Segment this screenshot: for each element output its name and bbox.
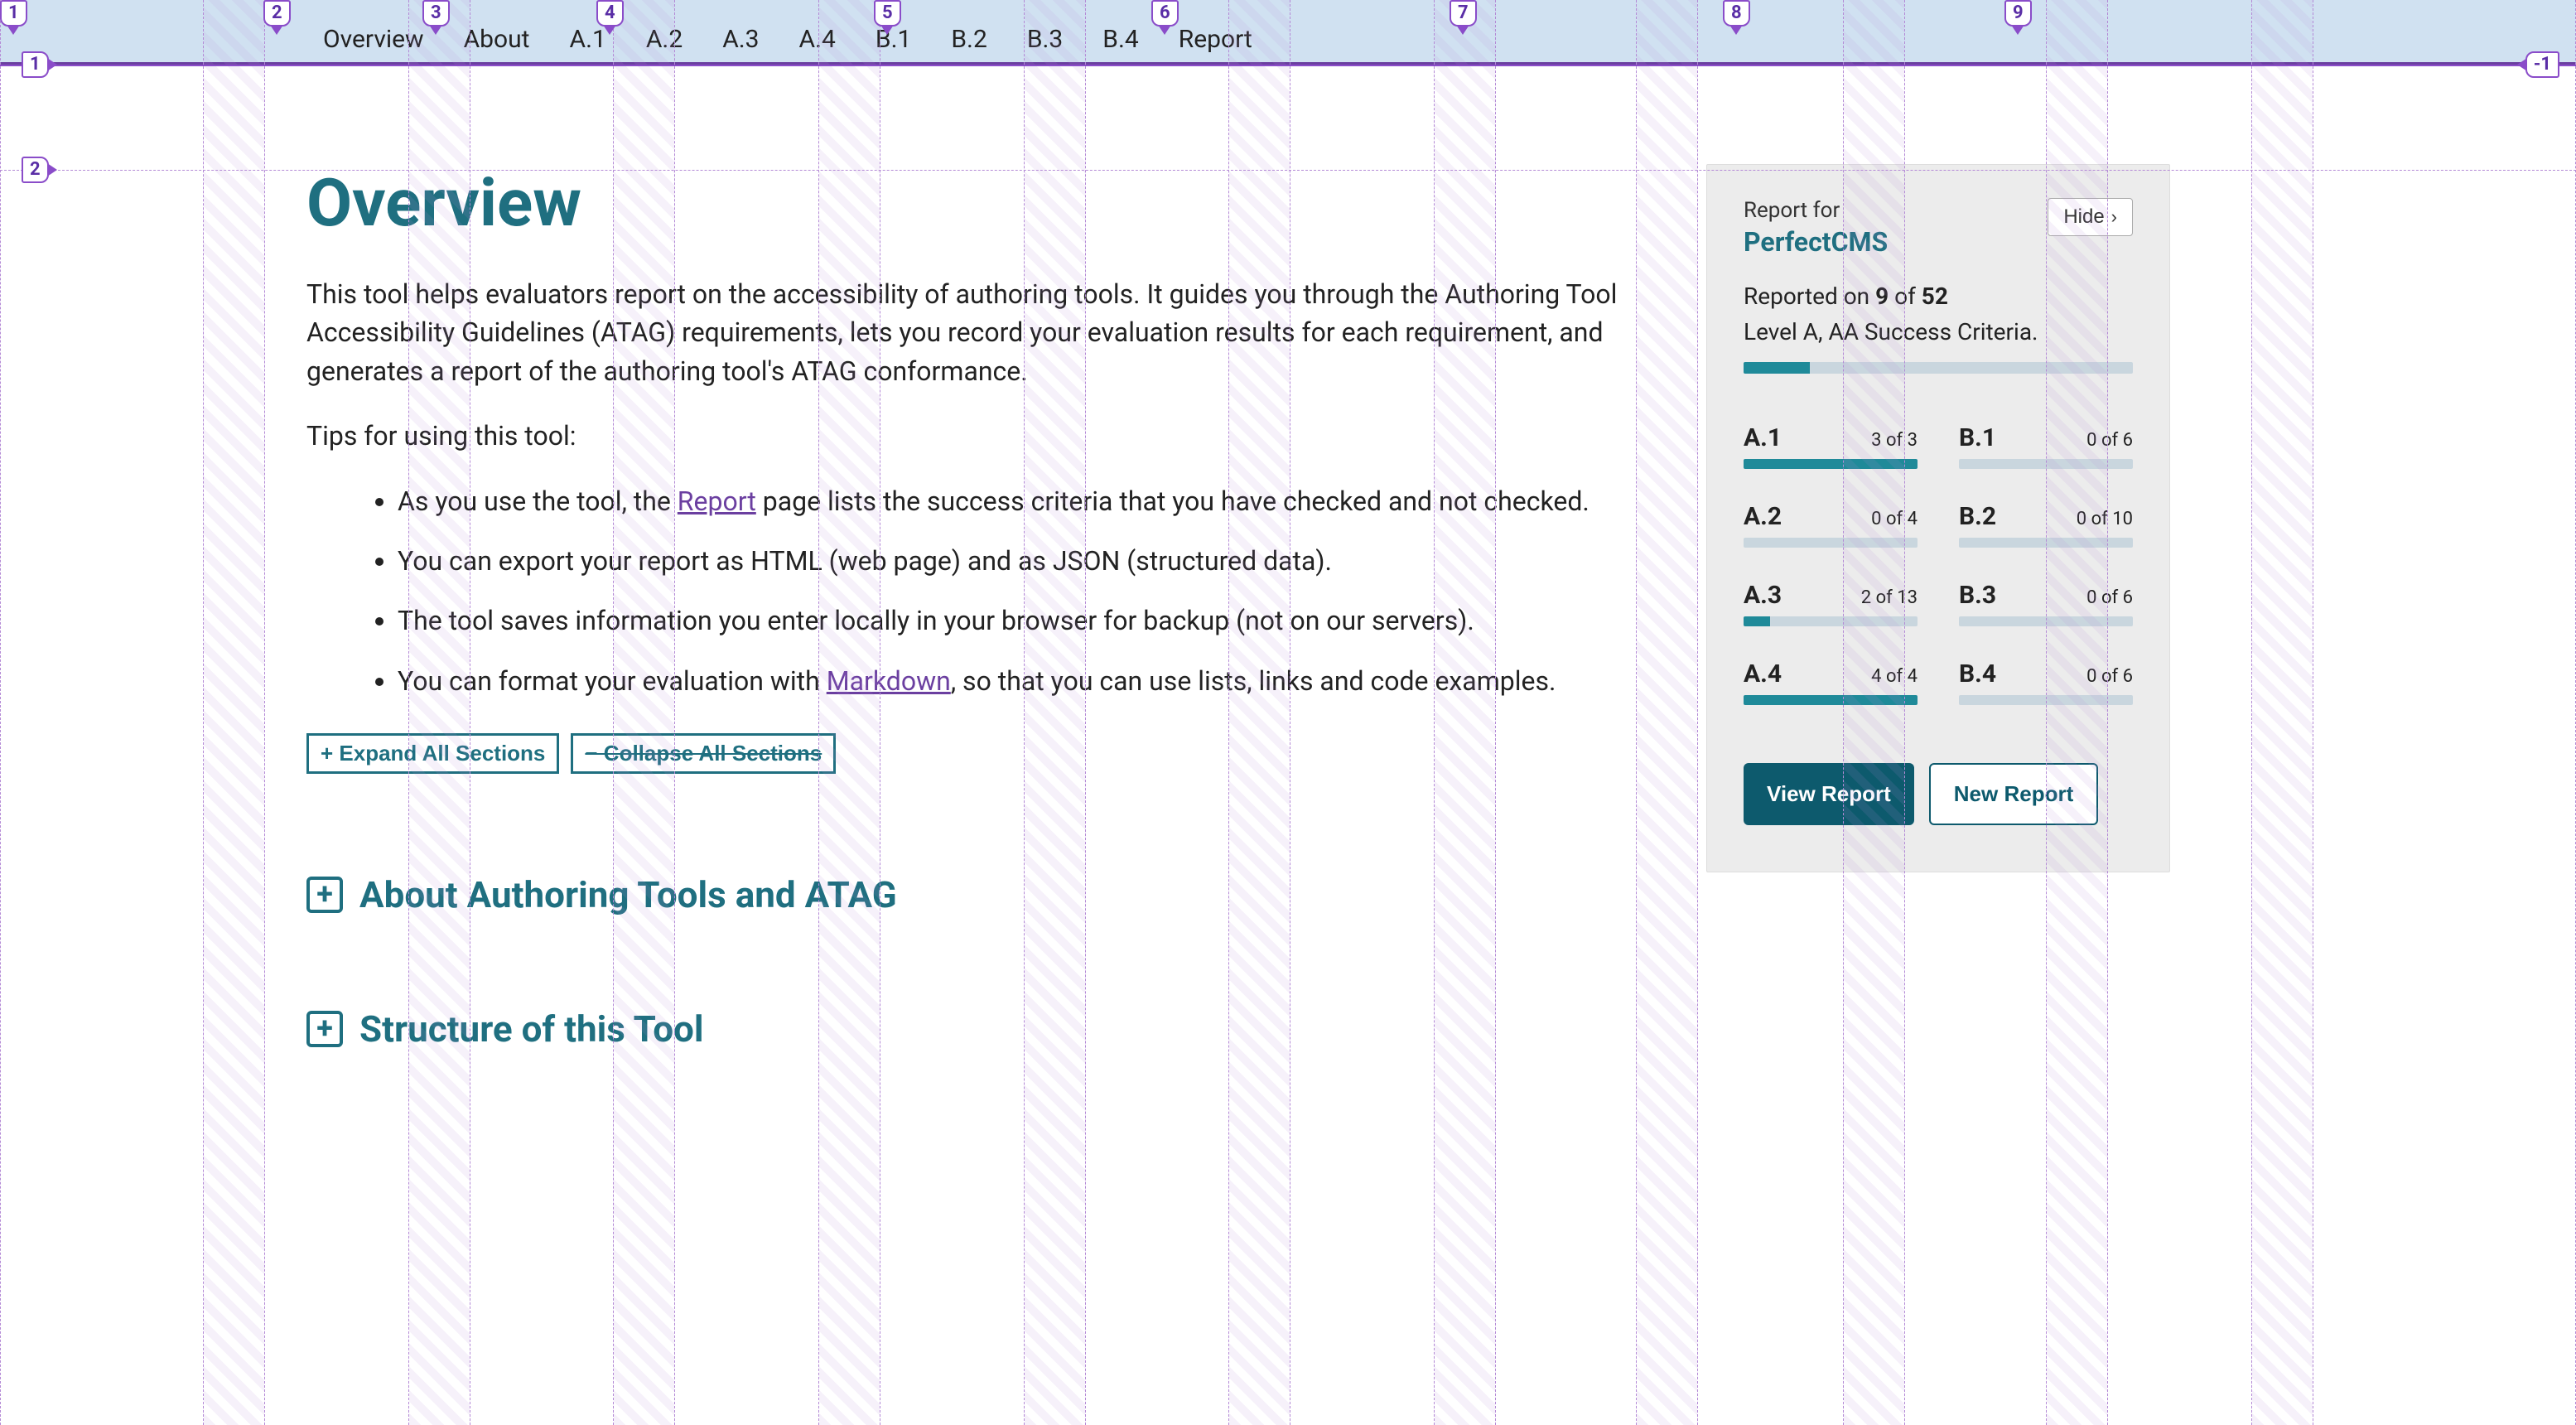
tab-report[interactable]: Report (1179, 25, 1252, 62)
view-report-button[interactable]: View Report (1744, 763, 1914, 825)
tab-overview[interactable]: Overview (323, 25, 424, 62)
progress-count: 0 of 4 (1871, 509, 1918, 529)
tab-a3[interactable]: A.3 (722, 25, 759, 62)
expand-all-button[interactable]: + Expand All Sections (306, 733, 559, 774)
overall-progress-fill (1744, 362, 1810, 374)
tip-item: As you use the tool, the Report page lis… (398, 482, 1640, 520)
progress-key: A.4 (1744, 659, 1782, 688)
progress-item-a2[interactable]: A.2 0 of 4 (1744, 502, 1918, 548)
hide-panel-button[interactable]: Hide › (2048, 198, 2133, 236)
summary-panel: Report for PerfectCMS Hide › Reported on… (1706, 164, 2170, 872)
progress-bar (1959, 695, 2133, 705)
progress-count: 0 of 6 (2086, 430, 2133, 451)
progress-bar (1959, 616, 2133, 626)
progress-bar (1744, 538, 1918, 548)
report-link[interactable]: Report (678, 485, 756, 517)
tab-a1[interactable]: A.1 (570, 25, 606, 62)
section-title: Structure of this Tool (359, 1007, 704, 1051)
progress-count: 2 of 13 (1861, 587, 1918, 608)
progress-item-a1[interactable]: A.1 3 of 3 (1744, 423, 1918, 469)
progress-bar (1744, 616, 1918, 626)
main-column: Overview This tool helps evaluators repo… (0, 65, 1706, 1051)
section-title: About Authoring Tools and ATAG (359, 873, 897, 916)
new-report-button[interactable]: New Report (1929, 763, 2098, 825)
progress-count: 3 of 3 (1871, 430, 1918, 451)
progress-key: B.3 (1959, 581, 1996, 610)
expand-collapse-controls: + Expand All Sections − Collapse All Sec… (306, 733, 1640, 774)
progress-item-a3[interactable]: A.3 2 of 13 (1744, 581, 1918, 626)
level-line: Level A, AA Success Criteria. (1744, 318, 2133, 345)
tip-text: You can format your evaluation with (398, 665, 827, 697)
overall-progress-bar (1744, 362, 2133, 374)
progress-key: A.3 (1744, 581, 1782, 610)
progress-bar (1744, 695, 1918, 705)
markdown-link[interactable]: Markdown (827, 665, 951, 697)
tip-item: The tool saves information you enter loc… (398, 601, 1640, 640)
progress-fill (1744, 616, 1770, 626)
tool-name: PerfectCMS (1744, 226, 1888, 258)
progress-fill (1744, 695, 1918, 705)
collapse-all-button[interactable]: − Collapse All Sections (571, 733, 836, 774)
tab-a2[interactable]: A.2 (646, 25, 683, 62)
progress-key: A.1 (1744, 423, 1782, 452)
progress-key: B.2 (1959, 502, 1996, 531)
progress-grid: A.1 3 of 3 B.1 0 of 6 A.2 0 of 4 B.2 0 of 10… (1744, 423, 2133, 705)
tab-about[interactable]: About (464, 25, 530, 62)
tab-b4[interactable]: B.4 (1102, 25, 1138, 62)
tip-text: , so that you can use lists, links and c… (951, 665, 1556, 697)
tab-b3[interactable]: B.3 (1027, 25, 1063, 62)
page-title: Overview (306, 164, 1640, 242)
progress-item-b3[interactable]: B.3 0 of 6 (1959, 581, 2133, 626)
hide-label: Hide (2063, 205, 2104, 229)
progress-fill (1744, 459, 1918, 469)
summary-actions: View Report New Report (1744, 763, 2133, 825)
reported-of: of (1889, 283, 1922, 310)
summary-header: Report for PerfectCMS Hide › (1744, 198, 2133, 258)
chevron-right-icon: › (2111, 206, 2117, 228)
report-for-label: Report for (1744, 198, 1888, 223)
section-toggle-about-atag[interactable]: + About Authoring Tools and ATAG (306, 873, 1640, 916)
section-toggle-structure[interactable]: + Structure of this Tool (306, 1007, 1640, 1051)
top-nav: Overview About A.1 A.2 A.3 A.4 B.1 B.2 B… (0, 0, 2576, 65)
intro-paragraph: This tool helps evaluators report on the… (306, 275, 1640, 390)
progress-bar (1744, 459, 1918, 469)
reported-total: 52 (1922, 283, 1948, 310)
reported-count-line: Reported on 9 of 52 (1744, 283, 2133, 310)
progress-key: A.2 (1744, 502, 1782, 531)
tab-b2[interactable]: B.2 (951, 25, 987, 62)
tab-a4[interactable]: A.4 (799, 25, 836, 62)
progress-key: B.1 (1959, 423, 1996, 452)
progress-count: 0 of 6 (2086, 666, 2133, 687)
tab-b1[interactable]: B.1 (876, 25, 911, 62)
progress-count: 0 of 10 (2077, 509, 2133, 529)
progress-key: B.4 (1959, 659, 1996, 688)
summary-title-block: Report for PerfectCMS (1744, 198, 1888, 258)
page-body: Overview This tool helps evaluators repo… (0, 65, 2576, 1051)
plus-icon: + (306, 877, 343, 913)
plus-icon: + (306, 1011, 343, 1047)
progress-count: 4 of 4 (1871, 666, 1918, 687)
progress-bar (1959, 459, 2133, 469)
tip-item: You can export your report as HTML (web … (398, 542, 1640, 580)
progress-item-b1[interactable]: B.1 0 of 6 (1959, 423, 2133, 469)
progress-bar (1959, 538, 2133, 548)
tips-list: As you use the tool, the Report page lis… (398, 482, 1640, 701)
tip-text: page lists the success criteria that you… (756, 485, 1589, 517)
tip-text: As you use the tool, the (398, 485, 678, 517)
reported-done: 9 (1875, 283, 1889, 310)
tip-item: You can format your evaluation with Mark… (398, 662, 1640, 700)
progress-item-a4[interactable]: A.4 4 of 4 (1744, 659, 1918, 705)
reported-prefix: Reported on (1744, 283, 1875, 310)
progress-item-b4[interactable]: B.4 0 of 6 (1959, 659, 2133, 705)
progress-item-b2[interactable]: B.2 0 of 10 (1959, 502, 2133, 548)
tips-intro: Tips for using this tool: (306, 417, 1640, 455)
progress-count: 0 of 6 (2086, 587, 2133, 608)
